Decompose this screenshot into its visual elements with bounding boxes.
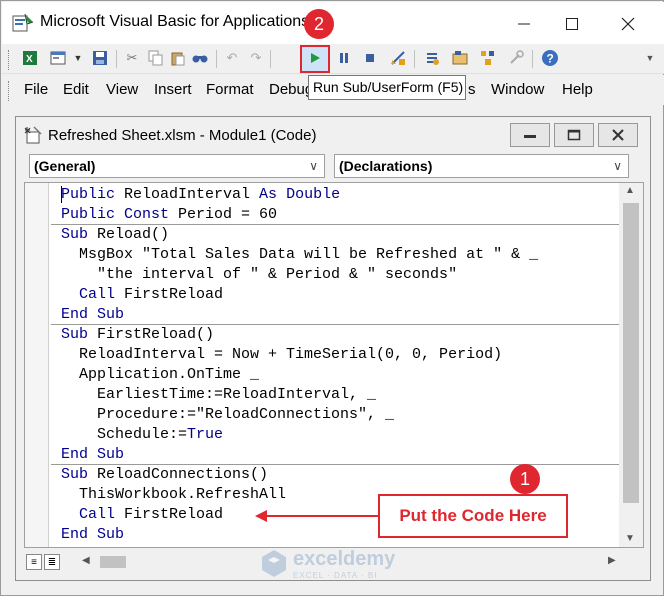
code-line: Sub FirstReload() xyxy=(61,326,215,343)
code-line: End Sub xyxy=(61,306,125,323)
watermark-tagline: EXCEL · DATA · BI xyxy=(293,571,378,580)
code-line: Call FirstReload xyxy=(79,506,224,523)
save-icon[interactable] xyxy=(90,48,110,68)
svg-text:X: X xyxy=(26,54,33,65)
toolbar-separator xyxy=(414,50,415,68)
help-icon[interactable]: ? xyxy=(540,48,560,68)
toolbar-separator xyxy=(270,50,271,68)
svg-text:?: ? xyxy=(547,52,554,66)
chevron-down-icon: ∨ xyxy=(309,159,318,173)
procedure-combo-value: (Declarations) xyxy=(339,158,433,174)
object-combo-value: (General) xyxy=(34,158,96,174)
toolbar-grip[interactable] xyxy=(8,50,11,70)
minimize-icon[interactable] xyxy=(502,8,546,40)
menu-view[interactable]: View xyxy=(106,81,138,98)
full-module-view-icon[interactable]: ≣ xyxy=(44,554,60,570)
code-line: End Sub xyxy=(61,446,125,463)
menu-format[interactable]: Format xyxy=(206,81,254,98)
horizontal-scroll-thumb[interactable] xyxy=(100,556,126,568)
standard-toolbar: X ▼ ✂ ↶ ↷ ? ▼ xyxy=(2,44,664,74)
cut-icon[interactable]: ✂ xyxy=(122,48,142,68)
margin-indicator-bar[interactable] xyxy=(25,183,49,547)
vertical-scrollbar[interactable]: ▲ ▼ xyxy=(619,183,643,547)
chevron-down-icon: ∨ xyxy=(613,159,622,173)
redo-icon[interactable]: ↷ xyxy=(246,48,266,68)
vba-window: Microsoft Visual Basic for Applications … xyxy=(0,0,664,596)
window-title: Microsoft Visual Basic for Applications xyxy=(40,13,310,30)
procedure-view-icon[interactable]: ≡ xyxy=(26,554,42,570)
run-tooltip: Run Sub/UserForm (F5) xyxy=(308,75,466,100)
design-mode-icon[interactable] xyxy=(388,48,408,68)
maximize-icon[interactable] xyxy=(550,8,594,40)
undo-icon[interactable]: ↶ xyxy=(222,48,242,68)
code-line: Application.OnTime _ xyxy=(61,366,260,383)
code-line: Schedule:=True xyxy=(61,426,224,443)
toolbar-separator xyxy=(532,50,533,68)
code-line: EarliestTime:=ReloadInterval, _ xyxy=(61,386,377,403)
vba-app-icon xyxy=(12,13,34,32)
code-line: "the interval of " & Period & " seconds" xyxy=(61,266,458,283)
watermark-logo-icon xyxy=(262,550,286,577)
code-line: Public Const Period = 60 xyxy=(61,206,278,223)
toolbar-overflow-icon[interactable]: ▼ xyxy=(640,48,660,68)
procedure-combo[interactable]: (Declarations) ∨ xyxy=(334,154,629,178)
menu-file[interactable]: File xyxy=(24,81,48,98)
break-icon[interactable] xyxy=(334,48,354,68)
code-close-icon[interactable] xyxy=(598,123,638,147)
callout-box: Put the Code Here xyxy=(378,494,568,538)
excel-view-icon[interactable]: X xyxy=(20,48,40,68)
toolbar-separator xyxy=(116,50,117,68)
menu-window[interactable]: Window xyxy=(491,81,544,98)
menubar-grip[interactable] xyxy=(8,81,11,101)
code-window-titlebar: Refreshed Sheet.xlsm - Module1 (Code) xyxy=(16,117,650,153)
copy-icon[interactable] xyxy=(146,48,166,68)
code-line: Sub Reload() xyxy=(61,226,170,243)
callout-arrow-icon xyxy=(255,510,378,522)
reset-icon[interactable] xyxy=(360,48,380,68)
find-icon[interactable] xyxy=(190,48,210,68)
scroll-up-icon[interactable]: ▲ xyxy=(625,185,635,196)
code-line: End Sub xyxy=(61,526,125,543)
vertical-scroll-thumb[interactable] xyxy=(623,203,639,503)
toolbox-icon[interactable] xyxy=(506,48,526,68)
toolbar-separator xyxy=(216,50,217,68)
run-icon[interactable] xyxy=(305,48,325,68)
code-lines[interactable]: Public ReloadInterval As Double Public C… xyxy=(51,183,619,547)
code-line: ReloadInterval = Now + TimeSerial(0, 0, … xyxy=(61,346,503,363)
object-combo[interactable]: (General) ∨ xyxy=(29,154,325,178)
menu-insert[interactable]: Insert xyxy=(154,81,192,98)
scroll-down-icon[interactable]: ▼ xyxy=(625,533,635,544)
menu-debug[interactable]: Debug xyxy=(269,81,313,98)
close-icon[interactable] xyxy=(606,8,650,40)
code-restore-icon[interactable] xyxy=(554,123,594,147)
code-line: Call FirstReload xyxy=(79,286,224,303)
code-line: Sub ReloadConnections() xyxy=(61,466,269,483)
code-window-title: Refreshed Sheet.xlsm - Module1 (Code) xyxy=(48,127,317,144)
step-badge-1: 1 xyxy=(510,464,540,494)
watermark-name: exceldemy xyxy=(293,548,396,570)
properties-icon[interactable] xyxy=(450,48,470,68)
code-line: Public ReloadInterval As Double xyxy=(61,186,341,203)
paste-icon[interactable] xyxy=(168,48,188,68)
code-line: ThisWorkbook.RefreshAll xyxy=(61,486,287,503)
menu-addins-tail[interactable]: s xyxy=(468,81,476,98)
code-line: Procedure:="ReloadConnections", _ xyxy=(61,406,395,423)
menu-edit[interactable]: Edit xyxy=(63,81,89,98)
dropdown-icon[interactable]: ▼ xyxy=(68,48,88,68)
menu-help[interactable]: Help xyxy=(562,81,593,98)
step-badge-2: 2 xyxy=(304,9,334,39)
scroll-left-icon[interactable]: ◀ xyxy=(82,555,90,566)
watermark: exceldemy EXCEL · DATA · BI xyxy=(259,548,419,582)
module-icon xyxy=(24,126,42,144)
object-browser-icon[interactable] xyxy=(478,48,498,68)
scroll-right-icon[interactable]: ▶ xyxy=(608,555,616,566)
code-line: MsgBox "Total Sales Data will be Refresh… xyxy=(61,246,539,263)
code-minimize-icon[interactable] xyxy=(510,123,550,147)
insert-userform-icon[interactable] xyxy=(48,48,68,68)
project-explorer-icon[interactable] xyxy=(422,48,442,68)
